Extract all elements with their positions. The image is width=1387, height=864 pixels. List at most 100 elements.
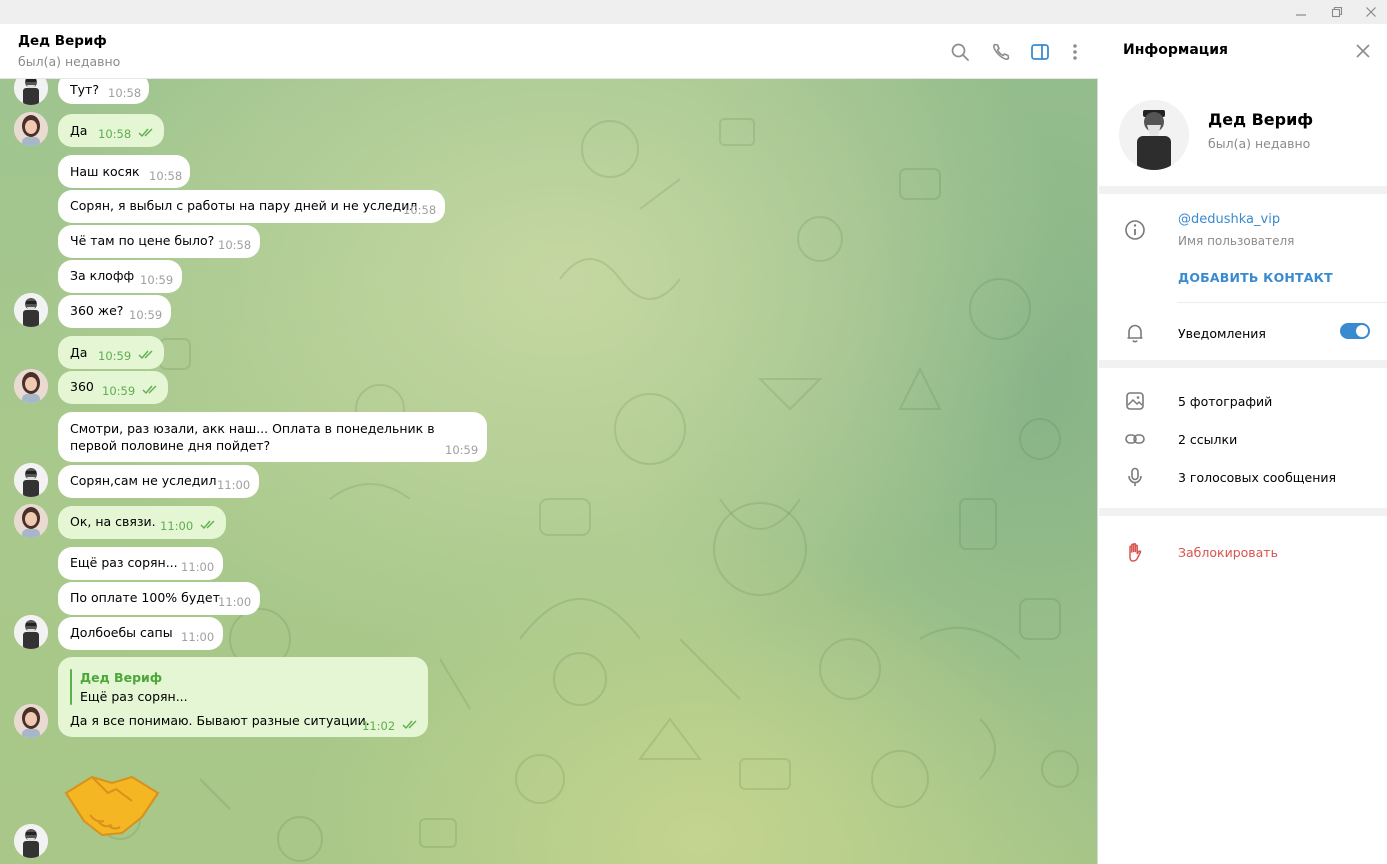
message-time: 10:58 bbox=[108, 86, 142, 100]
message-text: Сорян,сам не уследил bbox=[70, 473, 217, 488]
voice-messages-link[interactable]: 3 голосовых сообщения bbox=[1178, 470, 1336, 485]
phone-icon[interactable] bbox=[988, 39, 1014, 65]
message-bubble[interactable]: Ещё раз сорян... 11:00 bbox=[58, 547, 223, 580]
reply-quote-text[interactable]: Ещё раз сорян... bbox=[80, 689, 188, 704]
section-separator bbox=[1099, 360, 1387, 368]
message-text: Тут? bbox=[70, 82, 99, 97]
message-bubble[interactable]: Сорян,сам не уследил 11:00 bbox=[58, 465, 259, 498]
avatar[interactable] bbox=[14, 112, 48, 146]
read-check-icon bbox=[200, 520, 215, 530]
message-bubble[interactable]: За клофф 10:59 bbox=[58, 260, 182, 293]
notifications-toggle[interactable] bbox=[1340, 323, 1370, 339]
message-bubble[interactable]: По оплате 100% будет 11:00 bbox=[58, 582, 260, 615]
info-title: Информация bbox=[1123, 42, 1228, 58]
close-icon[interactable] bbox=[1353, 41, 1373, 61]
message-text: Смотри, раз юзали, акк наш... Оплата в п… bbox=[70, 421, 435, 453]
message-text: Да я все понимаю. Бывают разные ситуации… bbox=[70, 713, 370, 728]
sidebar-toggle-icon[interactable] bbox=[1027, 39, 1053, 65]
avatar[interactable] bbox=[14, 615, 48, 649]
message-time: 11:00 bbox=[160, 519, 194, 533]
add-contact-button[interactable]: ДОБАВИТЬ КОНТАКТ bbox=[1178, 270, 1333, 285]
message-text: Ещё раз сорян... bbox=[70, 555, 178, 570]
chat-area[interactable]: Тут? 10:58 Да 10:58 Наш косяк 10:58 Соря… bbox=[0, 79, 1098, 864]
chat-status: был(а) недавно bbox=[18, 54, 121, 69]
message-time: 11:00 bbox=[217, 478, 251, 492]
username[interactable]: @dedushka_vip bbox=[1178, 212, 1280, 227]
message-bubble[interactable]: 360 10:59 bbox=[58, 371, 168, 404]
message-bubble[interactable]: Ок, на связи. 11:00 bbox=[58, 506, 226, 539]
message-bubble[interactable]: Чё там по цене было? 10:58 bbox=[58, 225, 260, 258]
avatar[interactable] bbox=[14, 504, 48, 538]
photos-link[interactable]: 5 фотографий bbox=[1178, 394, 1272, 409]
profile-avatar[interactable] bbox=[1119, 100, 1189, 170]
toggle-knob bbox=[1356, 325, 1368, 337]
avatar[interactable] bbox=[14, 704, 48, 738]
read-check-icon bbox=[402, 720, 417, 730]
message-text: 360 bbox=[70, 379, 94, 394]
message-text: Да bbox=[70, 123, 88, 138]
message-text: За клофф bbox=[70, 268, 135, 283]
link-icon bbox=[1123, 427, 1147, 451]
message-time: 11:00 bbox=[181, 560, 215, 574]
message-text: Ок, на связи. bbox=[70, 514, 156, 529]
message-time: 10:58 bbox=[98, 127, 132, 141]
message-text: Наш косяк bbox=[70, 164, 140, 179]
message-time: 11:00 bbox=[181, 630, 215, 644]
profile-status: был(а) недавно bbox=[1208, 136, 1311, 151]
avatar[interactable] bbox=[14, 369, 48, 403]
message-time: 11:02 bbox=[362, 719, 396, 733]
message-time: 10:59 bbox=[140, 273, 174, 287]
panel-divider bbox=[1097, 79, 1098, 864]
message-time: 10:59 bbox=[102, 384, 136, 398]
search-icon[interactable] bbox=[947, 39, 973, 65]
message-bubble[interactable]: Наш косяк 10:58 bbox=[58, 155, 190, 188]
message-time: 10:58 bbox=[403, 203, 437, 217]
block-hand-icon bbox=[1123, 540, 1147, 564]
info-icon bbox=[1123, 218, 1147, 242]
read-check-icon bbox=[138, 128, 153, 138]
message-text: По оплате 100% будет bbox=[70, 590, 220, 605]
reply-message-bubble[interactable]: Дед Вериф Ещё раз сорян... Да я все пони… bbox=[58, 657, 428, 737]
restore-icon[interactable] bbox=[1318, 0, 1356, 24]
chat-title[interactable]: Дед Вериф bbox=[18, 33, 107, 49]
message-bubble[interactable]: Долбоебы сапы 11:00 bbox=[58, 617, 223, 650]
chat-header: Дед Вериф был(а) недавно bbox=[0, 24, 1098, 79]
handshake-sticker[interactable] bbox=[62, 771, 162, 841]
avatar[interactable] bbox=[14, 293, 48, 327]
message-bubble[interactable]: Да 10:59 bbox=[58, 336, 164, 369]
window-titlebar bbox=[0, 0, 1387, 24]
read-check-icon bbox=[142, 385, 157, 395]
section-separator bbox=[1099, 508, 1387, 516]
message-time: 10:59 bbox=[445, 443, 479, 457]
message-text: 360 же? bbox=[70, 303, 124, 318]
avatar[interactable] bbox=[14, 463, 48, 497]
message-bubble[interactable]: Смотри, раз юзали, акк наш... Оплата в п… bbox=[58, 412, 487, 462]
more-icon[interactable] bbox=[1062, 39, 1088, 65]
photo-icon bbox=[1123, 389, 1147, 413]
message-bubble[interactable]: Да 10:58 bbox=[58, 114, 164, 147]
microphone-icon bbox=[1123, 465, 1147, 489]
divider bbox=[1177, 302, 1387, 303]
reply-quote-bar bbox=[70, 669, 72, 705]
message-text: Сорян, я выбыл с работы на пару дней и н… bbox=[70, 198, 418, 213]
message-bubble[interactable]: Тут? 10:58 bbox=[58, 79, 149, 104]
reply-author[interactable]: Дед Вериф bbox=[80, 670, 162, 685]
username-label: Имя пользователя bbox=[1178, 234, 1295, 248]
message-bubble[interactable]: 360 же? 10:59 bbox=[58, 295, 171, 328]
info-panel: Информация Дед Вериф был(а) недавно @ded… bbox=[1099, 24, 1387, 864]
message-bubble[interactable]: Сорян, я выбыл с работы на пару дней и н… bbox=[58, 190, 445, 223]
minimize-icon[interactable] bbox=[1282, 0, 1320, 24]
bell-icon bbox=[1123, 321, 1147, 345]
profile-name: Дед Вериф bbox=[1208, 110, 1314, 129]
links-link[interactable]: 2 ссылки bbox=[1178, 432, 1237, 447]
message-time: 10:59 bbox=[98, 349, 132, 363]
message-time: 10:59 bbox=[129, 308, 163, 322]
block-button[interactable]: Заблокировать bbox=[1178, 545, 1278, 560]
message-text: Долбоебы сапы bbox=[70, 625, 173, 640]
message-time: 10:58 bbox=[149, 169, 183, 183]
message-time: 11:00 bbox=[218, 595, 252, 609]
close-icon[interactable] bbox=[1352, 0, 1387, 24]
notifications-label: Уведомления bbox=[1178, 326, 1266, 341]
section-separator bbox=[1099, 186, 1387, 194]
avatar[interactable] bbox=[14, 824, 48, 858]
